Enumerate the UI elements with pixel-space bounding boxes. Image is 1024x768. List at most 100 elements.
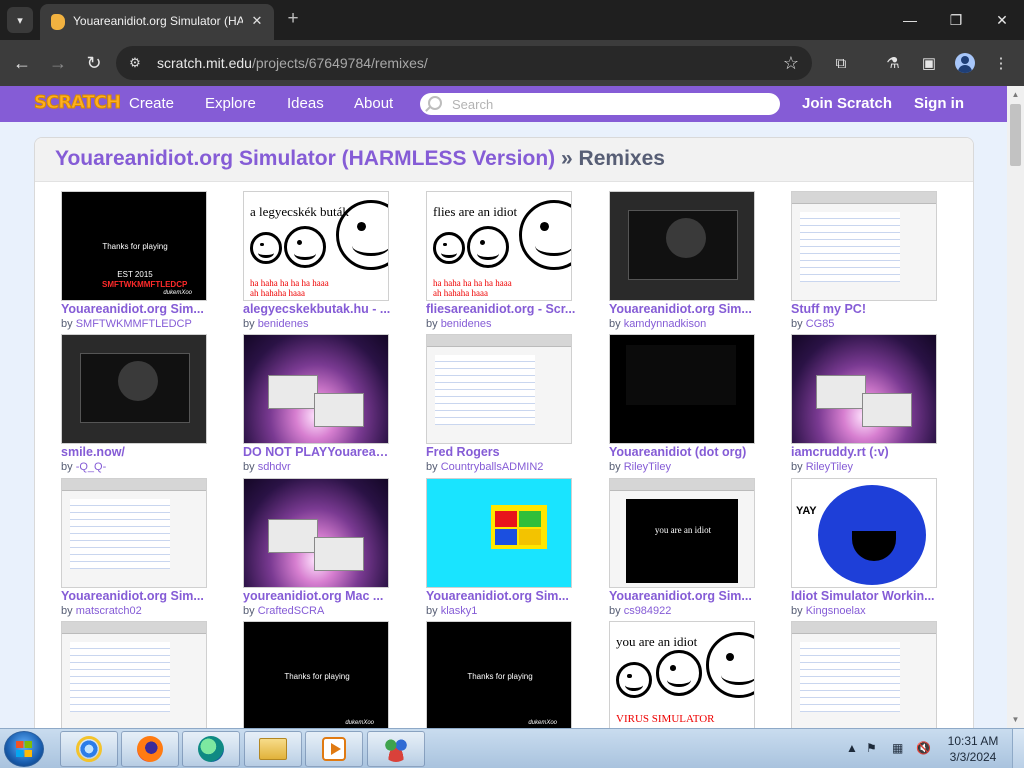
tab-close-icon[interactable]: ✕ bbox=[248, 12, 266, 30]
project-title-link[interactable]: Youareanidiot.org Sim... bbox=[609, 589, 759, 603]
project-title-link[interactable]: Fred Rogers bbox=[426, 445, 576, 459]
profile-avatar-icon[interactable] bbox=[952, 50, 978, 76]
reload-icon[interactable]: ↻ bbox=[80, 49, 108, 77]
author-link[interactable]: cs984922 bbox=[624, 605, 672, 617]
project-title-link[interactable]: alegyecskekbutak.hu - ... bbox=[243, 302, 393, 316]
remix-card[interactable]: Youareanidiot.org Sim... by klasky1 bbox=[426, 478, 576, 618]
project-thumbnail[interactable]: Thanks for playing dukemXoo bbox=[426, 621, 572, 728]
address-bar[interactable]: ⚙ scratch.mit.edu/projects/67649784/remi… bbox=[116, 46, 812, 80]
nav-about[interactable]: About bbox=[354, 95, 393, 112]
minimize-button[interactable]: — bbox=[890, 6, 930, 34]
project-thumbnail[interactable] bbox=[791, 191, 937, 301]
project-title-link[interactable]: fliesareanidiot.org - Scr... bbox=[426, 302, 576, 316]
project-title-link[interactable]: Youareanidiot.org Sim... bbox=[61, 302, 211, 316]
new-tab-button[interactable]: + bbox=[283, 8, 303, 30]
project-title-link[interactable]: Youareanidiot.org Simulator (HARMLESS Ve… bbox=[55, 147, 555, 170]
remix-card[interactable]: Youareanidiot.org Sim... by kamdynnadkiso… bbox=[609, 191, 759, 331]
project-thumbnail[interactable] bbox=[61, 621, 207, 728]
remix-card[interactable]: you are an idiot VIRUS SIMULATOR bbox=[609, 621, 759, 728]
scroll-down-arrow-icon[interactable]: ▼ bbox=[1007, 711, 1024, 728]
search-bar[interactable] bbox=[420, 93, 780, 115]
search-input[interactable] bbox=[452, 95, 772, 113]
project-thumbnail[interactable] bbox=[61, 334, 207, 444]
project-title-link[interactable]: Idiot Simulator Workin... bbox=[791, 589, 941, 603]
author-link[interactable]: matscratch02 bbox=[76, 605, 142, 617]
author-link[interactable]: CraftedSCRA bbox=[258, 605, 325, 617]
scroll-thumb[interactable] bbox=[1010, 104, 1021, 166]
site-info-icon[interactable]: ⚙ bbox=[126, 54, 144, 72]
project-thumbnail[interactable] bbox=[791, 621, 937, 728]
project-thumbnail[interactable] bbox=[791, 334, 937, 444]
project-title-link[interactable]: iamcruddy.rt (:v) bbox=[791, 445, 941, 459]
remix-card[interactable]: Stuff my PC! by CG85 bbox=[791, 191, 941, 331]
remix-card[interactable]: Thanks for playing dukemXoo bbox=[426, 621, 576, 728]
file-explorer-icon[interactable] bbox=[244, 731, 302, 767]
author-link[interactable]: CountryballsADMIN2 bbox=[441, 461, 544, 473]
project-thumbnail[interactable] bbox=[426, 334, 572, 444]
project-thumbnail[interactable] bbox=[609, 191, 755, 301]
start-button[interactable] bbox=[4, 731, 44, 767]
system-clock[interactable]: 10:31 AM 3/3/2024 bbox=[940, 733, 1006, 765]
media-player-icon[interactable] bbox=[305, 731, 363, 767]
browser-tab[interactable]: Youareanidiot.org Simulator (HARM ✕ bbox=[40, 4, 274, 40]
scratch-logo[interactable]: SCRATCH bbox=[33, 92, 121, 114]
author-link[interactable]: benidenes bbox=[258, 318, 309, 330]
tab-search-button[interactable]: ▾ bbox=[7, 7, 33, 33]
internet-explorer-icon[interactable] bbox=[60, 731, 118, 767]
project-thumbnail[interactable]: a legyecskék buták ha haha ha ha ha haaa a… bbox=[243, 191, 389, 301]
side-panel-icon[interactable]: ▣ bbox=[916, 50, 942, 76]
project-title-link[interactable]: Youareanidiot.org Sim... bbox=[426, 589, 576, 603]
labs-flask-icon[interactable]: ⚗ bbox=[880, 50, 906, 76]
join-scratch-link[interactable]: Join Scratch bbox=[802, 95, 892, 112]
remix-card[interactable] bbox=[61, 621, 211, 728]
nav-explore[interactable]: Explore bbox=[205, 95, 256, 112]
author-link[interactable]: sdhdvr bbox=[258, 461, 291, 473]
author-link[interactable]: RileyTiley bbox=[624, 461, 671, 473]
project-thumbnail[interactable]: you are an idiot bbox=[609, 478, 755, 588]
remix-card[interactable]: Fred Rogers by CountryballsADMIN2 bbox=[426, 334, 576, 474]
nav-ideas[interactable]: Ideas bbox=[287, 95, 324, 112]
project-title-link[interactable]: youreanidiot.org Mac ... bbox=[243, 589, 393, 603]
project-thumbnail[interactable]: you are an idiot VIRUS SIMULATOR bbox=[609, 621, 755, 728]
remix-card[interactable]: Thanks for playing EST 2015 SMFTWKMMFTLEDC… bbox=[61, 191, 211, 331]
author-link[interactable]: Kingsnoelax bbox=[806, 605, 866, 617]
project-title-link[interactable]: Youareanidiot.org Sim... bbox=[609, 302, 759, 316]
author-link[interactable]: benidenes bbox=[441, 318, 492, 330]
project-title-link[interactable]: Youareanidiot (dot org) bbox=[609, 445, 759, 459]
author-link[interactable]: kamdynnadkison bbox=[624, 318, 707, 330]
project-thumbnail[interactable]: flies are an idiot ha haha ha ha ha haaa a… bbox=[426, 191, 572, 301]
volume-muted-icon[interactable]: 🔇 bbox=[916, 741, 931, 755]
project-thumbnail[interactable] bbox=[243, 478, 389, 588]
remix-card[interactable]: smile.now/by -Q_Q- bbox=[61, 334, 211, 474]
project-title-link[interactable]: Stuff my PC! bbox=[791, 302, 941, 316]
edge-icon[interactable] bbox=[182, 731, 240, 767]
people-icon[interactable] bbox=[367, 731, 425, 767]
remix-card[interactable]: Thanks for playing dukemXoo bbox=[243, 621, 393, 728]
remix-card[interactable]: Youareanidiot.org Sim... by matscratch02 bbox=[61, 478, 211, 618]
page-scrollbar[interactable]: ▲ ▼ bbox=[1007, 86, 1024, 728]
restore-button[interactable]: ❐ bbox=[936, 6, 976, 34]
scroll-up-arrow-icon[interactable]: ▲ bbox=[1007, 86, 1024, 103]
project-thumbnail[interactable] bbox=[609, 334, 755, 444]
close-window-button[interactable]: ✕ bbox=[982, 6, 1022, 34]
extensions-puzzle-icon[interactable]: ⧉ bbox=[828, 50, 854, 76]
author-link[interactable]: RileyTiley bbox=[806, 461, 853, 473]
url-text[interactable]: scratch.mit.edu/projects/67649784/remixe… bbox=[157, 55, 428, 71]
browser-menu-icon[interactable]: ⋮ bbox=[988, 50, 1014, 76]
tray-chevron-icon[interactable]: ▲ bbox=[846, 741, 858, 755]
bookmark-star-icon[interactable]: ☆ bbox=[780, 52, 802, 74]
project-thumbnail[interactable]: YAY bbox=[791, 478, 937, 588]
project-thumbnail[interactable]: Thanks for playing dukemXoo bbox=[243, 621, 389, 728]
forward-arrow-icon[interactable]: → bbox=[44, 49, 72, 77]
project-title-link[interactable]: DO NOT PLAYYouareani... bbox=[243, 445, 393, 459]
show-desktop-button[interactable] bbox=[1012, 729, 1024, 768]
project-title-link[interactable]: Youareanidiot.org Sim... bbox=[61, 589, 211, 603]
remix-card[interactable]: YAY Idiot Simulator Workin... by Kingsnoel… bbox=[791, 478, 941, 618]
remix-card[interactable]: youreanidiot.org Mac ... by CraftedSCRA bbox=[243, 478, 393, 618]
author-link[interactable]: CG85 bbox=[806, 318, 835, 330]
project-thumbnail[interactable] bbox=[61, 478, 207, 588]
author-link[interactable]: klasky1 bbox=[441, 605, 478, 617]
back-arrow-icon[interactable]: ← bbox=[8, 49, 36, 77]
project-thumbnail[interactable]: Thanks for playing EST 2015 SMFTWKMMFTLEDC… bbox=[61, 191, 207, 301]
project-thumbnail[interactable] bbox=[426, 478, 572, 588]
